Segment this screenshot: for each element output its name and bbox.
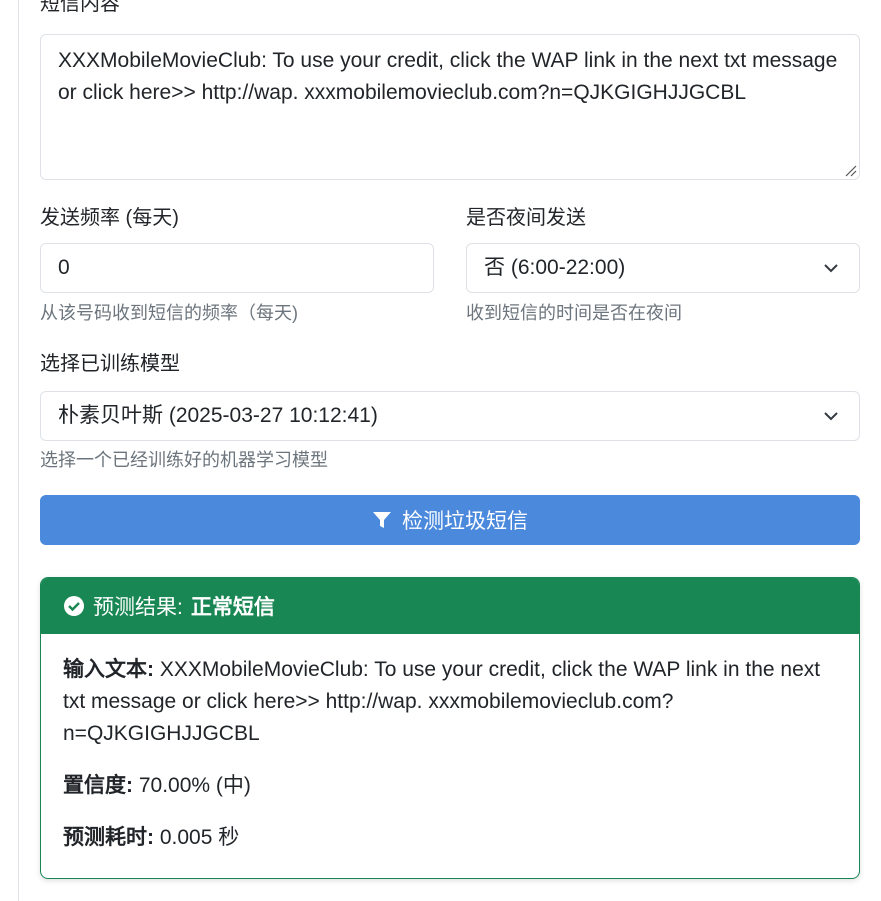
prediction-time-label: 预测耗时: xyxy=(63,826,154,849)
check-circle-icon xyxy=(64,596,84,616)
chevron-down-icon xyxy=(824,264,838,273)
frequency-input[interactable]: 0 xyxy=(40,243,434,293)
sms-content-label: 短信内容 xyxy=(40,0,120,15)
prediction-result-prefix: 预测结果: xyxy=(93,596,183,619)
confidence-row: 置信度: 70.00% (中) xyxy=(63,770,837,802)
frequency-help: 从该号码收到短信的频率（每天) xyxy=(40,303,298,323)
confidence-label: 置信度: xyxy=(63,774,133,797)
model-label: 选择已训练模型 xyxy=(40,353,180,375)
filter-icon xyxy=(373,512,391,528)
prediction-result-value: 正常短信 xyxy=(190,596,275,619)
night-select-value: 否 (6:00-22:00) xyxy=(484,256,626,279)
input-text-row: 输入文本: XXXMobileMovieClub: To use your cr… xyxy=(63,654,837,750)
model-select-value: 朴素贝叶斯 (2025-03-27 10:12:41) xyxy=(58,404,378,427)
page: 短信内容 XXXMobileMovieClub: To use your cre… xyxy=(0,0,881,901)
prediction-result-card: 预测结果: 正常短信 输入文本: XXXMobileMovieClub: To … xyxy=(40,577,860,879)
input-text-label: 输入文本: xyxy=(63,658,154,681)
chevron-down-icon xyxy=(824,412,838,421)
prediction-time-row: 预测耗时: 0.005 秒 xyxy=(63,822,837,854)
night-help: 收到短信的时间是否在夜间 xyxy=(466,303,682,323)
frequency-label: 发送频率 (每天) xyxy=(40,207,179,229)
detect-spam-button[interactable]: 检测垃圾短信 xyxy=(40,495,860,545)
prediction-result-header: 预测结果: 正常短信 xyxy=(41,578,859,634)
detect-spam-button-label: 检测垃圾短信 xyxy=(402,510,528,533)
sms-content-text: XXXMobileMovieClub: To use your credit, … xyxy=(58,49,838,104)
prediction-result-body: 输入文本: XXXMobileMovieClub: To use your cr… xyxy=(41,634,859,878)
prediction-time-value: 0.005 秒 xyxy=(159,826,240,849)
night-label: 是否夜间发送 xyxy=(466,207,586,229)
night-select[interactable]: 否 (6:00-22:00) xyxy=(466,243,860,293)
model-select[interactable]: 朴素贝叶斯 (2025-03-27 10:12:41) xyxy=(40,391,860,441)
input-text-value: XXXMobileMovieClub: To use your credit, … xyxy=(63,658,821,745)
model-help: 选择一个已经训练好的机器学习模型 xyxy=(40,450,328,470)
resize-grip-icon[interactable] xyxy=(843,163,857,177)
sms-content-textarea[interactable]: XXXMobileMovieClub: To use your credit, … xyxy=(40,34,860,180)
confidence-value: 70.00% (中) xyxy=(138,774,251,797)
